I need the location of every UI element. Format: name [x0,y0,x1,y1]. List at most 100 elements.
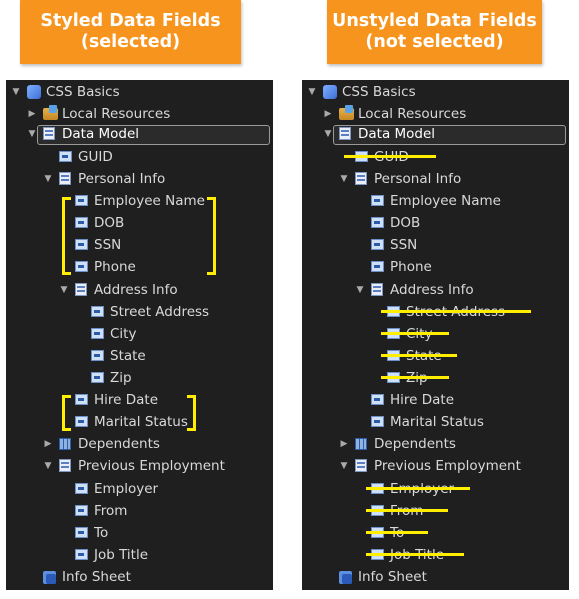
highlight-bracket [207,197,216,275]
tree-item-css-basics[interactable]: ▼ CSS Basics [6,81,273,103]
tree-item-data-model[interactable]: ▼ Data Model [302,123,569,145]
tree-item-employer[interactable]: Employer [6,478,273,500]
tree-item-label: GUID [78,149,113,165]
unstyled-fields-banner: Unstyled Data Fields (not selected) [327,0,542,64]
strikethrough-mark [344,155,436,158]
field-icon [75,505,88,516]
tree-item-label: Dependents [78,436,160,452]
tree-item-employee-name[interactable]: Employee Name [6,190,273,212]
collapse-arrow-icon[interactable]: ▶ [338,433,350,455]
tree-item-local-resources[interactable]: ▶ Local Resources [6,103,273,125]
field-icon [91,350,104,361]
css-icon [27,85,41,99]
expand-arrow-icon[interactable]: ▼ [338,455,350,477]
tree-item-ssn[interactable]: SSN [6,234,273,256]
tree-item-marital-status[interactable]: Marital Status [302,411,569,433]
tree-item-label: DOB [94,215,125,231]
collapse-arrow-icon[interactable]: ▶ [42,433,54,455]
field-icon [75,549,88,560]
group-icon [59,172,71,185]
tree-item-label: Info Sheet [358,569,427,585]
tree-item-info-sheet[interactable]: Info Sheet [302,566,569,588]
tree-item-marital-status[interactable]: Marital Status [6,411,273,433]
tree-item-label: State [110,348,146,364]
expand-arrow-icon[interactable]: ▼ [10,81,22,103]
collapse-arrow-icon[interactable]: ▶ [26,103,38,125]
tree-item-dependents[interactable]: ▶ Dependents [6,433,273,455]
tree-item-address-info[interactable]: ▼ Address Info [302,279,569,301]
tree-item-label: Data Model [62,126,140,142]
tree-item-to[interactable]: To [6,522,273,544]
strikethrough-mark [366,509,448,512]
expand-arrow-icon[interactable]: ▼ [26,123,38,145]
tree-item-zip[interactable]: Zip [6,367,273,389]
tree-item-street-address[interactable]: Street Address [6,301,273,323]
expand-arrow-icon[interactable]: ▼ [354,279,366,301]
group-icon [75,283,87,296]
field-icon [371,217,384,228]
tree-item-personal-info[interactable]: ▼ Personal Info [302,168,569,190]
tree-item-label: Job Title [94,547,149,563]
tree-item-label: Data Model [358,126,436,142]
tree-item-hire-date[interactable]: Hire Date [302,389,569,411]
expand-arrow-icon[interactable]: ▼ [322,123,334,145]
tree-item-label: From [94,503,128,519]
tree-item-ssn[interactable]: SSN [302,234,569,256]
tree-item-to[interactable]: To [302,522,569,544]
tree-item-city[interactable]: City [6,323,273,345]
banner-title: Unstyled Data Fields [332,11,537,31]
folder-icon [43,105,58,120]
styled-tree-panel[interactable]: ▼ CSS Basics ▶ Local Resources ▼ Data Model GU… [6,80,273,590]
expand-arrow-icon[interactable]: ▼ [58,279,70,301]
collapse-arrow-icon[interactable]: ▶ [322,103,334,125]
tree-item-state[interactable]: State [6,345,273,367]
tree-item-label: Phone [390,259,432,275]
tree-item-dob[interactable]: DOB [302,212,569,234]
group-icon [371,283,383,296]
tree-item-label: SSN [390,237,418,253]
tree-item-address-info[interactable]: ▼ Address Info [6,279,273,301]
expand-arrow-icon[interactable]: ▼ [42,168,54,190]
field-icon [75,527,88,538]
tree-item-previous-employment[interactable]: ▼ Previous Employment [6,455,273,477]
banner-subtitle: (not selected) [365,32,504,52]
field-icon [75,239,88,250]
tree-item-data-model[interactable]: ▼ Data Model [6,123,273,145]
field-icon [371,195,384,206]
tree-item-guid[interactable]: GUID [6,146,273,168]
tree-item-label: DOB [390,215,421,231]
tree-item-from[interactable]: From [6,500,273,522]
group-icon [355,459,367,472]
tree-item-job-title[interactable]: Job Title [6,544,273,566]
tree-item-hire-date[interactable]: Hire Date [6,389,273,411]
highlight-bracket [187,395,196,431]
field-icon [75,217,88,228]
expand-arrow-icon[interactable]: ▼ [338,168,350,190]
field-icon [371,261,384,272]
data-model-icon [43,127,55,140]
tree-item-local-resources[interactable]: ▶ Local Resources [302,103,569,125]
tree-item-info-sheet[interactable]: Info Sheet [6,566,273,588]
expand-arrow-icon[interactable]: ▼ [306,81,318,103]
tree-item-previous-employment[interactable]: ▼ Previous Employment [302,455,569,477]
tree-item-employee-name[interactable]: Employee Name [302,190,569,212]
tree-item-phone[interactable]: Phone [6,256,273,278]
field-icon [75,394,88,405]
group-icon [355,172,367,185]
tree-item-css-basics[interactable]: ▼ CSS Basics [302,81,569,103]
tree-item-dob[interactable]: DOB [6,212,273,234]
field-icon [75,261,88,272]
tree-item-phone[interactable]: Phone [302,256,569,278]
field-icon [91,372,104,383]
expand-arrow-icon[interactable]: ▼ [42,455,54,477]
strikethrough-mark [366,487,470,490]
tree-item-label: Info Sheet [62,569,131,585]
tree-item-label: Previous Employment [374,458,521,474]
tree-item-personal-info[interactable]: ▼ Personal Info [6,168,273,190]
strikethrough-mark [381,310,531,313]
css-icon [323,85,337,99]
tree-item-label: Address Info [94,282,178,298]
tree-item-dependents[interactable]: ▶ Dependents [302,433,569,455]
field-icon [75,483,88,494]
tree-item-label: Previous Employment [78,458,225,474]
